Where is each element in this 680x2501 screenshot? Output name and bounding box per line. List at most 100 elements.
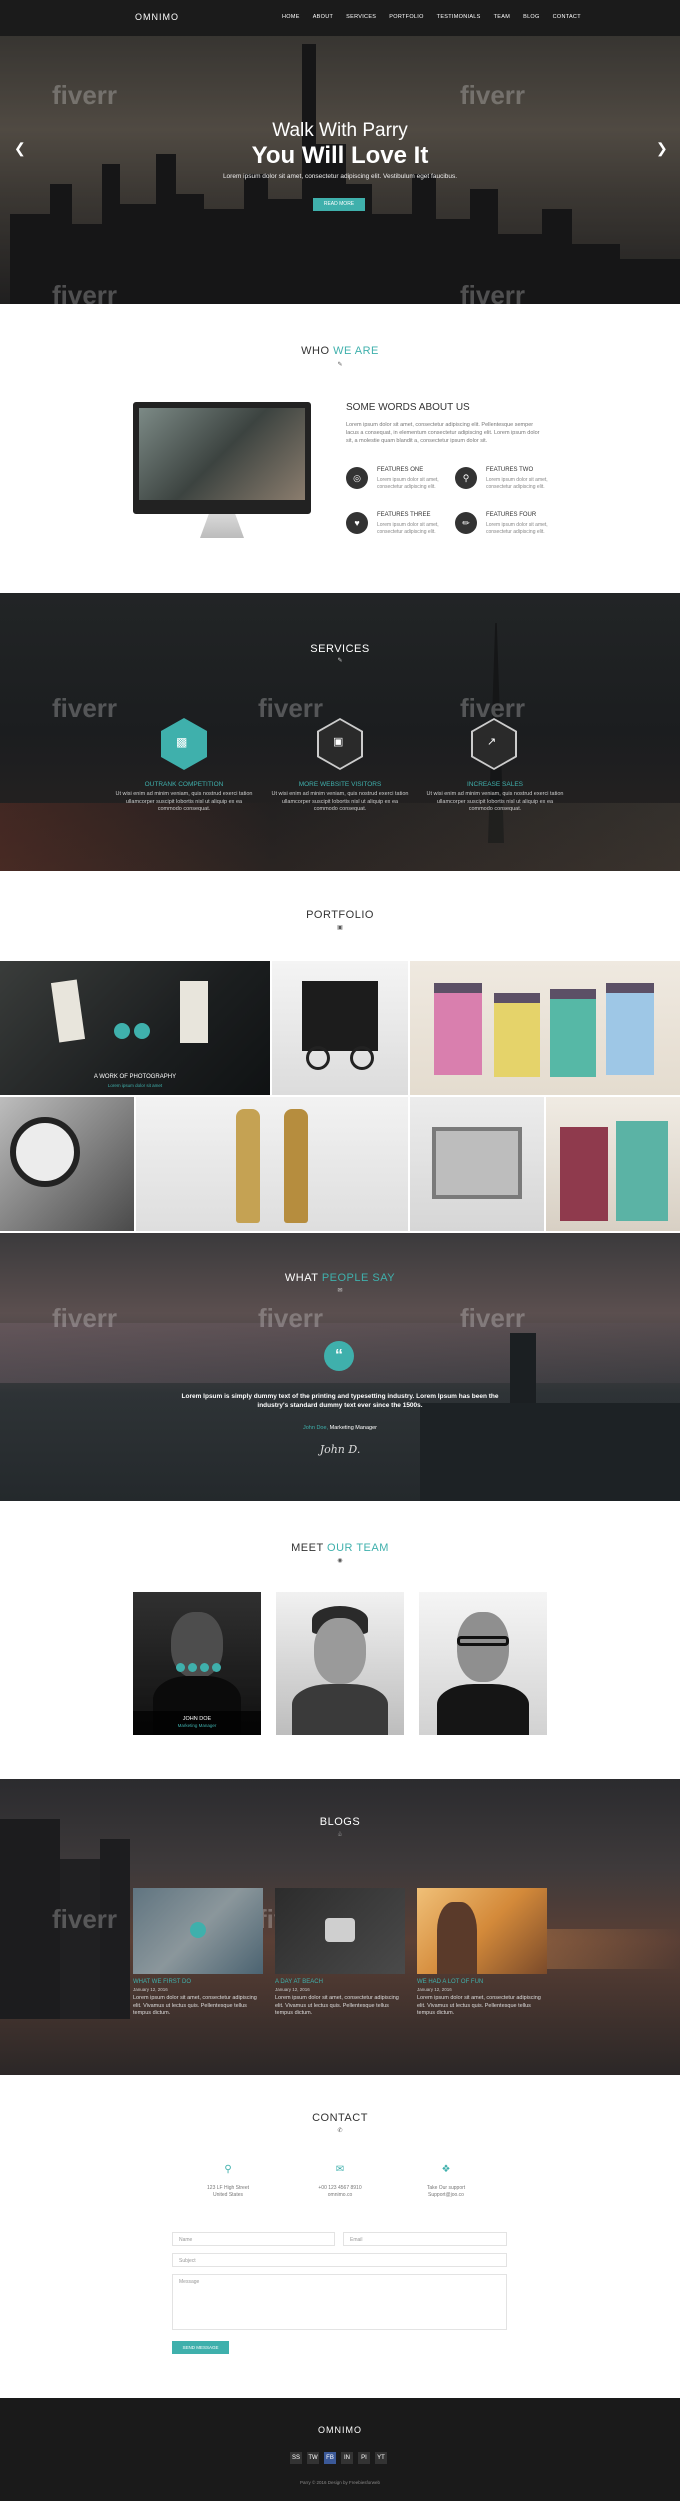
zoom-icon[interactable]	[134, 1023, 150, 1039]
service-title: INCREASE SALES	[467, 781, 523, 788]
team-heading: MEET OUR TEAM	[291, 1542, 389, 1554]
watermark: fiverr	[52, 1303, 118, 1333]
facebook-icon[interactable]	[176, 1663, 185, 1672]
feature-text: Lorem ipsum dolor sit amet, consectetur …	[486, 522, 548, 535]
target-icon: ◎	[346, 467, 368, 489]
read-more-button[interactable]: READ MORE	[313, 198, 365, 211]
nav-item-services[interactable]: SERVICES	[346, 14, 376, 20]
service-title: MORE WEBSITE VISITORS	[298, 781, 382, 788]
portfolio-item[interactable]	[546, 1097, 680, 1231]
location-icon: ⚲	[455, 467, 477, 489]
testimonial-author: John Doe, Marketing Manager	[303, 1425, 377, 1431]
twitter-icon[interactable]	[188, 1663, 197, 1672]
blog-image[interactable]	[133, 1888, 263, 1974]
link-icon[interactable]	[114, 1023, 130, 1039]
watermark: fiverr	[258, 693, 324, 723]
team-member-role: Marketing Manager	[177, 1723, 217, 1728]
quote-icon: “	[324, 1341, 354, 1371]
footer-brand: OMNIMO	[318, 2425, 362, 2435]
service-text: Ut wisi enim ad minim veniam, quis nostr…	[271, 791, 409, 812]
briefcase-icon: ▣	[333, 736, 344, 748]
contact-support: Take Our support Support@joo.co	[426, 2185, 466, 2198]
blog-image[interactable]	[417, 1888, 547, 1974]
contact-heading: CONTACT	[312, 2112, 368, 2124]
blog-text: Lorem ipsum dolor sit amet, consectetur …	[417, 1995, 541, 2016]
service-title: OUTRANK COMPETITION	[144, 781, 224, 788]
nav-item-home[interactable]: HOME	[282, 14, 300, 20]
blog-title[interactable]: WE HAD A LOT OF FUN	[417, 1979, 483, 1985]
team-member-name: JOHN DOE	[182, 1716, 212, 1722]
blog-date: January 12, 2016	[417, 1987, 452, 1992]
feature-text: Lorem ipsum dolor sit amet, consectetur …	[486, 477, 548, 490]
slider-prev-icon[interactable]: ❮	[14, 140, 26, 157]
nav-item-portfolio[interactable]: PORTFOLIO	[389, 14, 423, 20]
handshake-icon: ❖	[441, 2164, 451, 2175]
hero-overlay	[0, 36, 680, 304]
portfolio-item[interactable]	[0, 1097, 134, 1231]
edit-icon: ✏	[455, 512, 477, 534]
team-member-photo[interactable]	[276, 1592, 404, 1735]
message-field[interactable]: Message	[172, 2274, 507, 2330]
link-icon[interactable]	[190, 1922, 206, 1938]
trend-icon: ↗	[487, 736, 497, 748]
blog-title[interactable]: A DAY AT BEACH	[275, 1979, 323, 1985]
watermark: fiverr	[52, 80, 118, 110]
email-field[interactable]: Email	[343, 2232, 507, 2246]
nav-item-blog[interactable]: BLOG	[523, 14, 539, 20]
hero-title: You Will Love It	[251, 142, 429, 169]
testimonial-text: Lorem Ipsum is simply dummy text of the …	[181, 1393, 499, 1409]
contact-phone: +00 123 4567 8910 omnimo.co	[318, 2185, 362, 2198]
nav-item-team[interactable]: TEAM	[494, 14, 510, 20]
nav-item-about[interactable]: ABOUT	[313, 14, 333, 20]
portfolio-item[interactable]	[272, 961, 408, 1095]
watermark: fiverr	[460, 80, 526, 110]
watermark: fiverr	[460, 1303, 526, 1333]
brand-logo[interactable]: OMNIMO	[135, 12, 179, 22]
blogs-heading: BLOGS	[319, 1816, 361, 1828]
testimonial-heading: WHAT PEOPLE SAY	[284, 1272, 396, 1284]
watermark: fiverr	[52, 693, 118, 723]
feature-title: FEATURES ONE	[377, 467, 424, 473]
twitter-icon[interactable]: TW	[307, 2452, 319, 2464]
portfolio-item[interactable]	[136, 1097, 408, 1231]
blog-title[interactable]: WHAT WE FIRST DO	[133, 1979, 191, 1985]
pencil-icon: ✎	[337, 658, 343, 664]
portfolio-heading: PORTFOLIO	[306, 909, 374, 921]
monitor-stand	[200, 514, 244, 538]
portfolio-caption-sub: Lorem ipsum dolor sit amet	[107, 1083, 163, 1088]
portfolio-item[interactable]	[410, 1097, 544, 1231]
skype-icon[interactable]: SS	[290, 2452, 302, 2464]
map-marker-icon: ⚲	[224, 2164, 232, 2175]
portfolio-item[interactable]	[410, 961, 680, 1095]
about-title: SOME WORDS ABOUT US	[346, 402, 470, 413]
hero-text: Lorem ipsum dolor sit amet, consectetur …	[222, 173, 458, 180]
mail-icon: ✉	[335, 2164, 345, 2175]
portfolio-caption: A WORK OF PHOTOGRAPHY	[93, 1074, 177, 1080]
services-heading: SERVICES	[310, 643, 370, 655]
facebook-icon[interactable]: FB	[324, 2452, 336, 2464]
pinterest-icon[interactable]: PI	[358, 2452, 370, 2464]
blog-image[interactable]	[275, 1888, 405, 1974]
nav-item-contact[interactable]: CONTACT	[553, 14, 581, 20]
name-field[interactable]: Name	[172, 2232, 335, 2246]
blog-date: January 12, 2016	[133, 1987, 168, 1992]
team-member-photo[interactable]	[419, 1592, 547, 1735]
about-text: Lorem ipsum dolor sit amet, consectetur …	[346, 422, 540, 444]
monitor-screen-photo	[139, 408, 305, 500]
users-icon: ◉	[337, 1558, 343, 1564]
youtube-icon[interactable]: YT	[375, 2452, 387, 2464]
send-message-button[interactable]: SEND MESSAGE	[172, 2341, 229, 2354]
google-plus-icon[interactable]	[200, 1663, 209, 1672]
watermark: fiverr	[52, 1904, 118, 1934]
bar-chart-icon: ▩	[176, 735, 188, 749]
linkedin-icon[interactable]: IN	[341, 2452, 353, 2464]
feature-title: FEATURES FOUR	[486, 512, 537, 518]
nav-item-testimonials[interactable]: TESTIMONIALS	[437, 14, 481, 20]
watermark: fiverr	[52, 280, 118, 310]
linkedin-icon[interactable]	[212, 1663, 221, 1672]
pencil-icon: ✎	[337, 362, 343, 368]
team-member-photo[interactable]	[133, 1592, 261, 1735]
subject-field[interactable]: Subject	[172, 2253, 507, 2267]
about-heading: WHO WE ARE	[301, 345, 379, 357]
slider-next-icon[interactable]: ❯	[656, 140, 668, 157]
